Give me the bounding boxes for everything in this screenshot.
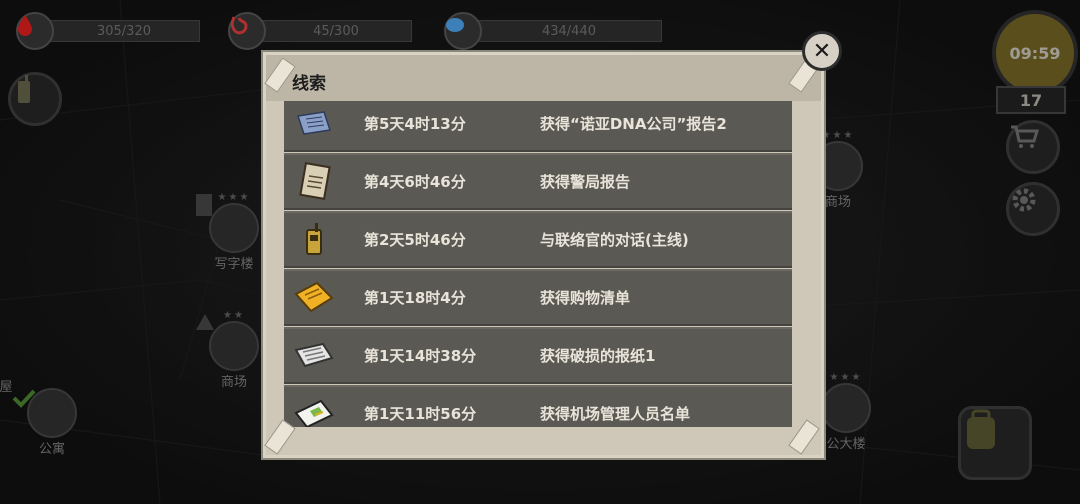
clues-title: 线索 xyxy=(292,74,326,94)
clue-desc: 与联络官的对话(主线) xyxy=(540,231,689,249)
clue-desc: 获得警局报告 xyxy=(540,173,631,191)
clue-row[interactable]: 第1天14时38分 获得破损的报纸1 xyxy=(284,327,792,384)
notepad-icon xyxy=(292,277,336,317)
clue-row[interactable]: 第2天5时46分 与联络官的对话(主线) xyxy=(284,211,792,268)
clue-desc: 获得机场管理人员名单 xyxy=(540,405,691,423)
walkie-talkie-icon xyxy=(292,219,336,259)
map-list-icon xyxy=(292,393,336,427)
clue-desc: 获得破损的报纸1 xyxy=(540,347,656,365)
clue-time: 第4天6时46分 xyxy=(364,173,466,191)
close-icon: ✕ xyxy=(812,38,832,64)
stomach-icon xyxy=(228,12,266,50)
blood-drop-icon xyxy=(16,12,54,50)
clues-list[interactable]: 第5天4时13分 获得“诺亚DNA公司”报告2 第4天6时46分 获得警局报告 … xyxy=(284,101,792,427)
clue-row[interactable]: 第1天11时56分 获得机场管理人员名单 xyxy=(284,385,792,427)
clue-row[interactable]: 第4天6时46分 获得警局报告 xyxy=(284,153,792,210)
clue-time: 第1天18时4分 xyxy=(364,289,466,307)
newspaper-icon xyxy=(292,335,336,375)
clue-row[interactable]: 第5天4时13分 获得“诺亚DNA公司”报告2 xyxy=(284,101,792,152)
clues-panel: 线索 第5天4时13分 获得“诺亚DNA公司”报告2 第4天6时46分 获得警局… xyxy=(263,52,824,458)
clue-time: 第5天4时13分 xyxy=(364,115,466,133)
pin-decoration xyxy=(264,419,296,455)
clue-time: 第2天5时46分 xyxy=(364,231,466,249)
clue-time: 第1天14时38分 xyxy=(364,347,477,365)
clue-desc: 获得购物清单 xyxy=(540,289,631,307)
clue-time: 第1天11时56分 xyxy=(364,405,477,423)
brain-icon xyxy=(444,12,482,50)
clues-header: 线索 xyxy=(266,55,821,101)
report-icon xyxy=(292,161,336,201)
clue-desc: 获得“诺亚DNA公司”报告2 xyxy=(540,115,727,133)
clue-row[interactable]: 第1天18时4分 获得购物清单 xyxy=(284,269,792,326)
pin-decoration xyxy=(788,419,820,455)
scroll-icon xyxy=(292,103,336,143)
close-button[interactable]: ✕ xyxy=(802,31,842,71)
